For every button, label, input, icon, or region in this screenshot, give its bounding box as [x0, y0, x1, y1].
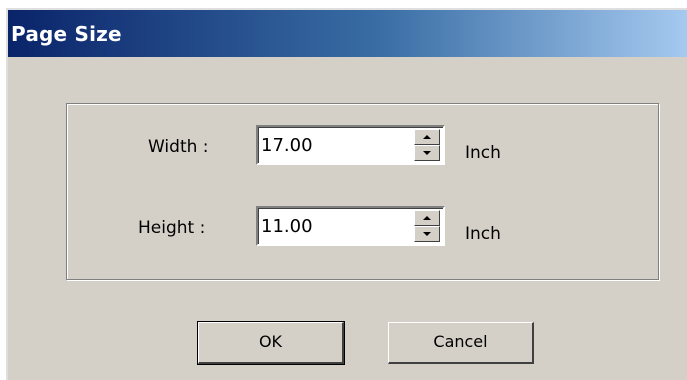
ok-button[interactable]: OK — [197, 321, 345, 365]
width-decrement-button[interactable] — [414, 145, 440, 161]
cancel-button[interactable]: Cancel — [388, 322, 534, 364]
width-increment-button[interactable] — [414, 129, 440, 145]
width-unit-label: Inch — [465, 143, 501, 163]
height-label: Height : — [138, 218, 206, 238]
height-unit-label: Inch — [465, 224, 501, 244]
width-label: Width : — [148, 137, 209, 157]
width-spinbox[interactable]: 17.00 — [256, 125, 445, 165]
width-input[interactable]: 17.00 — [261, 135, 313, 156]
title-bar[interactable]: Page Size — [8, 10, 687, 57]
height-input[interactable]: 11.00 — [261, 216, 313, 237]
spin-up-arrow-icon — [423, 216, 431, 220]
height-decrement-button[interactable] — [414, 226, 440, 242]
height-spin-buttons — [414, 210, 440, 242]
height-spinbox[interactable]: 11.00 — [256, 206, 445, 246]
dialog-title: Page Size — [11, 22, 122, 46]
spin-down-arrow-icon — [423, 232, 431, 236]
width-spin-buttons — [414, 129, 440, 161]
page-size-dialog: Page Size Width : 17.00 Inch Height : 11… — [6, 8, 687, 380]
spin-up-arrow-icon — [423, 135, 431, 139]
spin-down-arrow-icon — [423, 151, 431, 155]
height-increment-button[interactable] — [414, 210, 440, 226]
